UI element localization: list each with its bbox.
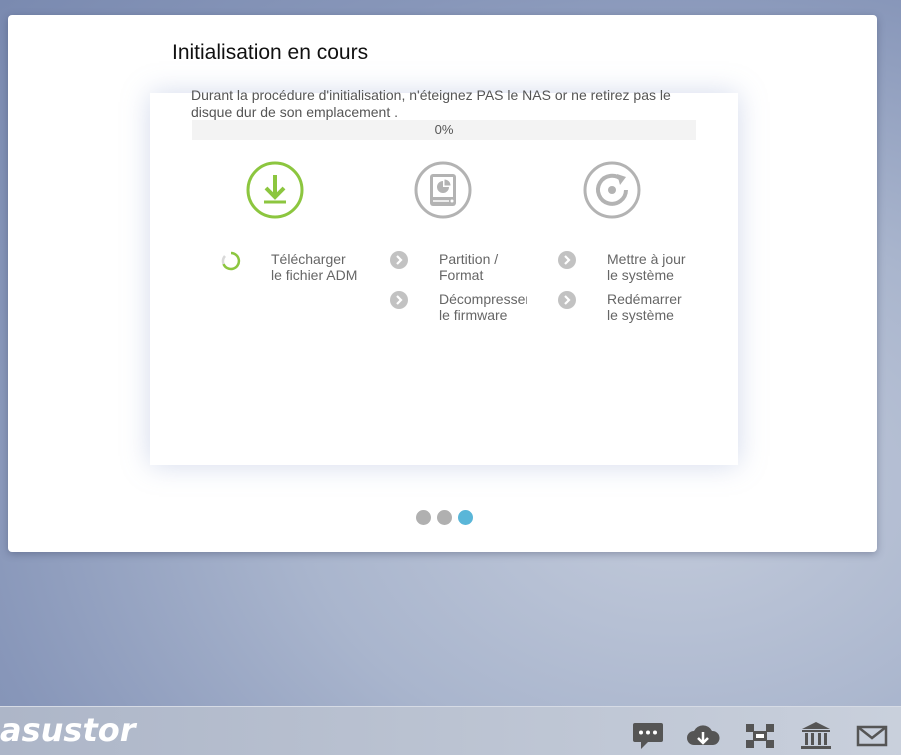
cloud-download-icon[interactable] <box>686 721 720 751</box>
chevron-right-icon <box>390 291 408 309</box>
chat-icon[interactable] <box>632 721 666 751</box>
download-icon <box>246 161 304 219</box>
network-icon[interactable] <box>743 721 777 751</box>
step-update-label: Mettre à jour le système <box>607 251 686 283</box>
warning-description: Durant la procédure d'initialisation, n'… <box>191 87 671 120</box>
step-decompress-label: Décompresser le firmware <box>439 291 527 323</box>
page-dot-active <box>458 510 473 525</box>
page-dot <box>437 510 452 525</box>
step-download-label: Télécharger le fichier ADM <box>271 251 358 283</box>
progress-label: 0% <box>434 122 454 137</box>
asustor-logo: asustor <box>0 711 136 749</box>
loading-spinner-icon <box>221 251 241 271</box>
chevron-right-icon <box>558 251 576 269</box>
step-reboot-label: Redémarrer le système <box>607 291 682 323</box>
chevron-right-icon <box>558 291 576 309</box>
step-partition-label: Partition / Format <box>439 251 499 283</box>
dialog-title: Initialisation en cours <box>172 41 369 64</box>
page-dot <box>416 510 431 525</box>
chevron-right-icon <box>390 251 408 269</box>
bank-icon[interactable] <box>799 721 833 751</box>
disk-partition-icon <box>414 161 472 219</box>
taskbar: asustor <box>0 706 901 755</box>
progress-bar: 0% <box>192 120 696 140</box>
refresh-icon <box>583 161 641 219</box>
initialization-dialog: Initialisation en cours Durant la procéd… <box>8 15 877 552</box>
mail-icon[interactable] <box>855 721 889 751</box>
